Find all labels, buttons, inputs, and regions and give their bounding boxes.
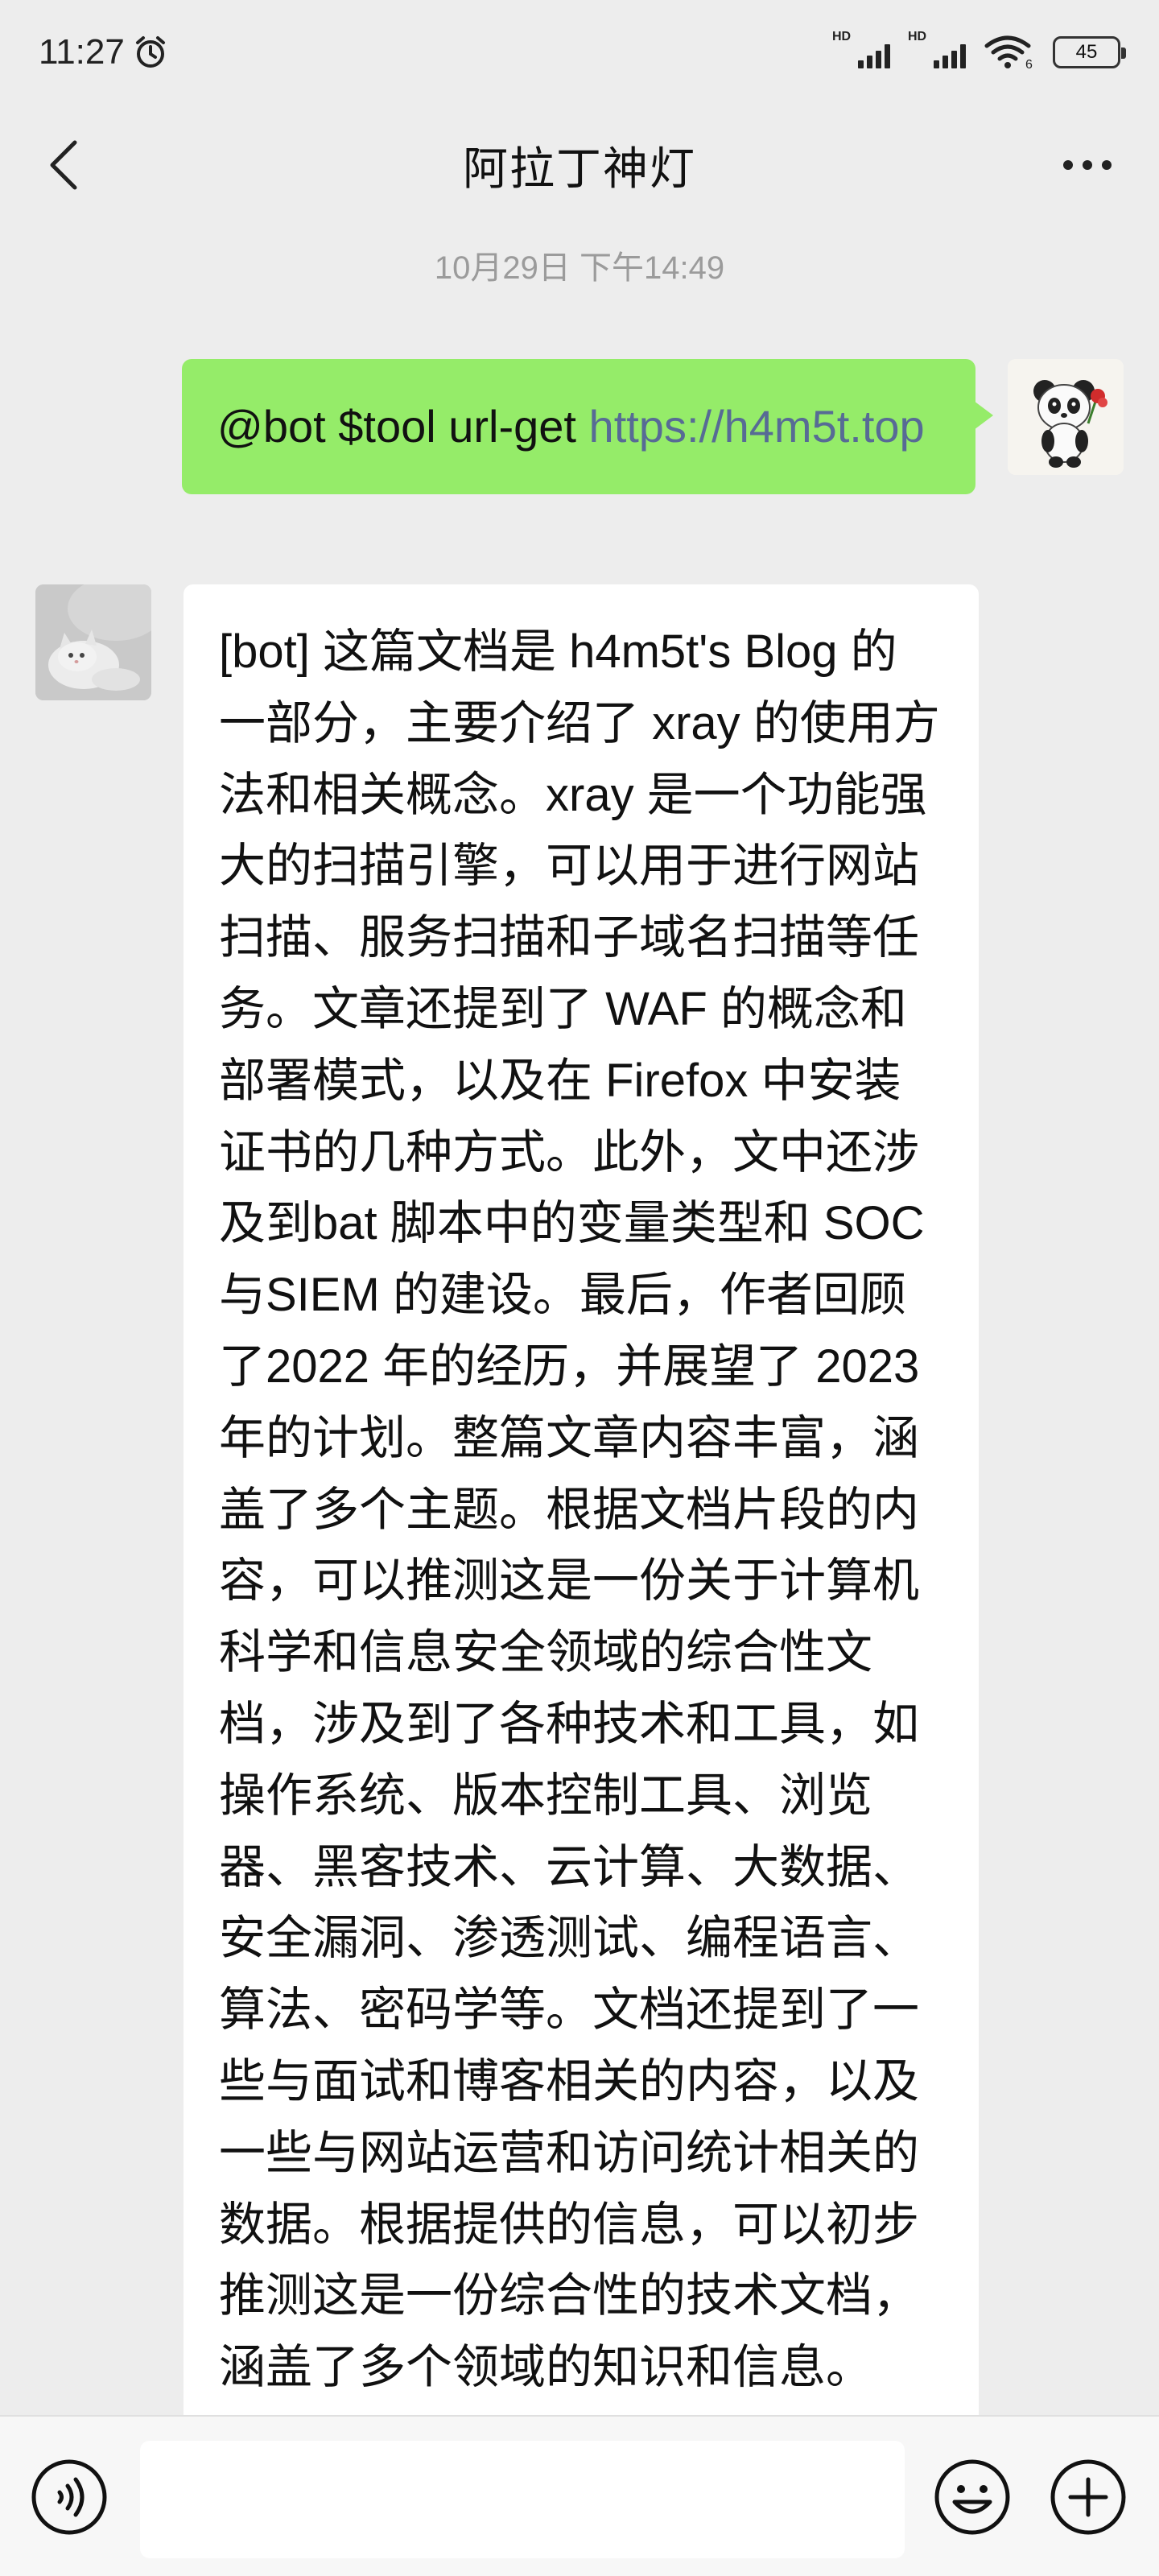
more-dot [1083,160,1092,170]
plus-button[interactable] [1048,2457,1128,2537]
chevron-left-icon [50,140,77,190]
alarm-icon [135,36,165,68]
incoming-message-bubble[interactable]: [bot] 这篇文档是 h4m5t's Blog 的一部分，主要介绍了 xray… [184,584,979,2420]
self-avatar[interactable] [1008,359,1124,475]
signal-hd-label: HD [832,30,852,43]
voice-button[interactable] [29,2457,109,2537]
back-button[interactable] [35,137,92,193]
cat-avatar-image [35,584,151,700]
status-right: HD HD 6 45 [832,30,1126,70]
signal-hd-label-2: HD [908,30,927,43]
emoji-button[interactable] [932,2457,1013,2537]
panda-avatar-image [1008,359,1124,475]
chat-input-bar [0,2415,1159,2576]
message-timestamp: 10月29日 下午14:49 [434,250,725,286]
battery-level: 45 [1075,41,1098,63]
chat-header: 阿拉丁神灯 [0,113,1159,217]
incoming-message-text: [bot] 这篇文档是 h4m5t's Blog 的一部分，主要介绍了 xray… [219,625,940,2394]
status-bar: 11:27 HD HD 6 45 [0,0,1159,105]
status-left: 11:27 [39,32,168,72]
voice-icon [31,2459,107,2535]
message-link[interactable]: https://h4m5t.top [589,401,925,452]
outgoing-message-bubble[interactable]: @bot $tool url-get https://h4m5t.top [182,359,993,494]
message-input[interactable] [140,2441,905,2558]
battery-icon: 45 [1053,36,1126,68]
bot-avatar[interactable] [35,584,151,700]
plus-icon [1050,2459,1126,2535]
more-button[interactable] [1051,137,1124,193]
emoji-icon [934,2459,1010,2535]
cellular-signal-icon-2: HD [908,30,966,68]
chat-title: 阿拉丁神灯 [463,142,696,194]
wifi-6-label: 6 [1025,58,1033,70]
more-dot [1063,160,1073,170]
more-dot [1102,160,1112,170]
wifi-icon: 6 [984,35,1033,70]
cellular-signal-icon: HD [832,30,890,68]
status-time: 11:27 [39,32,125,72]
outgoing-message-text: @bot $tool url-get [217,401,589,452]
